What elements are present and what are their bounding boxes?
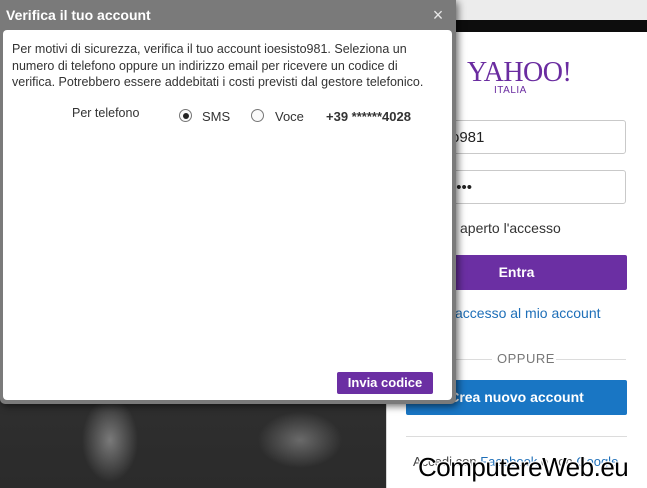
phone-number: +39 ******4028 (326, 109, 411, 124)
dialog-message: Per motivi di sicurezza, verifica il tuo… (12, 42, 424, 89)
divider-bottom (406, 436, 627, 437)
browser-strip (456, 0, 647, 20)
send-code-button[interactable]: Invia codice (337, 372, 433, 394)
remember-me-label[interactable]: aperto l'accesso (460, 220, 561, 236)
yahoo-logo-sub: ITALIA (494, 85, 527, 96)
verify-account-dialog: Verifica il tuo account × Per motivi di … (0, 0, 456, 404)
yahoo-logo: YAHOO! (467, 57, 572, 88)
watermark: ComputereWeb.eu (418, 452, 629, 482)
close-icon[interactable]: × (429, 6, 447, 24)
browser-strip-dark (456, 20, 647, 32)
divider-right (556, 359, 626, 360)
sms-label[interactable]: SMS (202, 109, 230, 124)
sms-radio[interactable] (179, 109, 192, 122)
voice-label[interactable]: Voce (275, 109, 304, 124)
dialog-title: Verifica il tuo account (6, 7, 151, 23)
or-separator: OPPURE (497, 351, 555, 366)
phone-label: Per telefono (72, 106, 140, 120)
forgot-account-link[interactable]: accesso al mio account (455, 305, 601, 321)
dialog-body: Per motivi di sicurezza, verifica il tuo… (3, 30, 452, 400)
voice-radio[interactable] (251, 109, 264, 122)
